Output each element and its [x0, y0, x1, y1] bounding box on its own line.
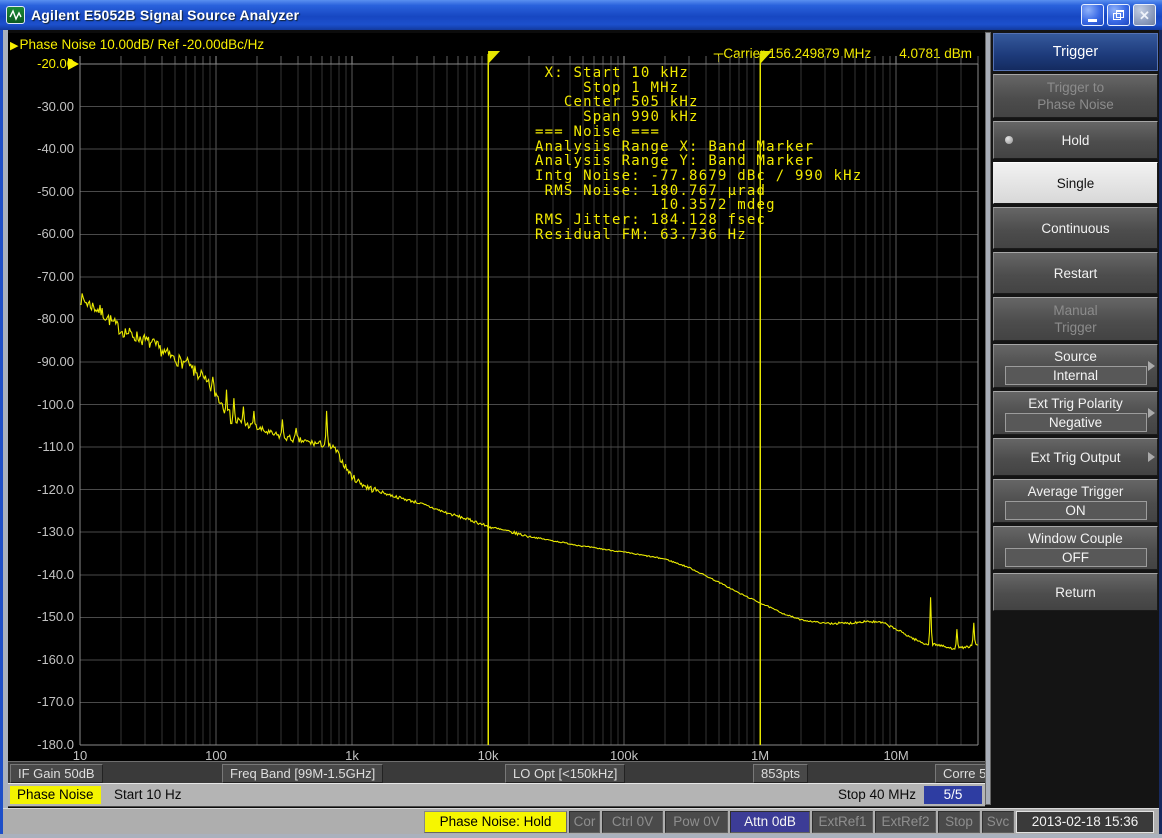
- minimize-button[interactable]: [1081, 4, 1104, 26]
- instrument-screen: ▶Phase Noise 10.00dB/ Ref -20.00dBc/Hz ┬…: [8, 33, 985, 761]
- submenu-arrow-icon: [1148, 452, 1155, 462]
- window-frame-left: [0, 30, 8, 834]
- app-icon: [6, 6, 25, 24]
- setup-detail-bar: IF Gain 50dB Freq Band [99M-1.5GHz] LO O…: [8, 761, 1097, 783]
- menu-scroll-strip[interactable]: [985, 32, 991, 805]
- status-bar: Phase Noise: Hold Cor Ctrl 0V Pow 0V Att…: [3, 808, 1159, 834]
- status-extref2: ExtRef2: [875, 811, 936, 833]
- ref-level-marker-icon: [68, 58, 79, 70]
- status-bar-filler: [4, 811, 422, 833]
- measurement-mode-badge: Phase Noise: [10, 786, 101, 804]
- status-extref1: ExtRef1: [812, 811, 873, 833]
- lo-opt-readout: LO Opt [<150kHz]: [505, 764, 625, 783]
- status-measurement-state: Phase Noise: Hold: [424, 811, 567, 833]
- status-clock: 2013-02-18 15:36: [1016, 811, 1154, 833]
- menu-button-window-couple[interactable]: Window Couple OFF: [993, 526, 1158, 570]
- restore-icon: [1113, 10, 1124, 20]
- sweep-start-readout: Start 10 Hz: [114, 786, 182, 804]
- source-value: Internal: [1005, 366, 1147, 385]
- minimize-icon: [1088, 19, 1097, 22]
- selected-dot-icon: [1005, 136, 1013, 144]
- menu-button-manual-trigger[interactable]: Manual Trigger: [993, 297, 1158, 341]
- close-icon: ✕: [1139, 9, 1150, 22]
- restore-button[interactable]: [1107, 4, 1130, 26]
- window-frame-bottom: [0, 834, 1162, 838]
- menu-button-ext-trig-polarity[interactable]: Ext Trig Polarity Negative: [993, 391, 1158, 435]
- status-svc: Svc: [982, 811, 1014, 833]
- menu-button-trigger-to-phase-noise[interactable]: Trigger to Phase Noise: [993, 74, 1158, 118]
- menu-button-ext-trig-output[interactable]: Ext Trig Output: [993, 438, 1158, 476]
- menu-button-continuous[interactable]: Continuous: [993, 207, 1158, 249]
- menu-button-single[interactable]: Single: [993, 162, 1158, 204]
- menu-button-restart[interactable]: Restart: [993, 252, 1158, 294]
- close-button[interactable]: ✕: [1133, 4, 1156, 26]
- menu-button-return[interactable]: Return: [993, 573, 1158, 611]
- window-couple-value: OFF: [1005, 548, 1147, 567]
- window-title: Agilent E5052B Signal Source Analyzer: [31, 7, 1078, 23]
- menu-button-hold[interactable]: Hold: [993, 121, 1158, 159]
- average-trigger-value: ON: [1005, 501, 1147, 520]
- menu-header: Trigger: [993, 33, 1158, 71]
- status-ctrl: Ctrl 0V: [602, 811, 663, 833]
- menu-column: Trigger Trigger to Phase Noise Hold Sing…: [993, 33, 1158, 611]
- if-gain-readout: IF Gain 50dB: [10, 764, 103, 783]
- measurement-bar: Phase Noise Start 10 Hz Stop 40 MHz 5/5: [8, 783, 1097, 807]
- page-indicator[interactable]: 5/5: [924, 786, 982, 804]
- status-pow: Pow 0V: [665, 811, 728, 833]
- status-attenuator: Attn 0dB: [730, 811, 810, 833]
- menu-button-source[interactable]: Source Internal: [993, 344, 1158, 388]
- submenu-arrow-icon: [1148, 361, 1155, 371]
- status-stop: Stop: [938, 811, 980, 833]
- softkey-menu: Trigger Trigger to Phase Noise Hold Sing…: [985, 30, 1159, 808]
- status-cor: Cor: [569, 811, 600, 833]
- noise-analysis-readout: X: Start 10 kHz Stop 1 MHz Center 505 kH…: [535, 66, 862, 242]
- menu-button-average-trigger[interactable]: Average Trigger ON: [993, 479, 1158, 523]
- ext-trig-polarity-value: Negative: [1005, 413, 1147, 432]
- sweep-stop-readout: Stop 40 MHz: [798, 786, 916, 804]
- title-bar: Agilent E5052B Signal Source Analyzer ✕: [0, 0, 1162, 30]
- freq-band-readout: Freq Band [99M-1.5GHz]: [222, 764, 383, 783]
- submenu-arrow-icon: [1148, 408, 1155, 418]
- points-readout: 853pts: [753, 764, 808, 783]
